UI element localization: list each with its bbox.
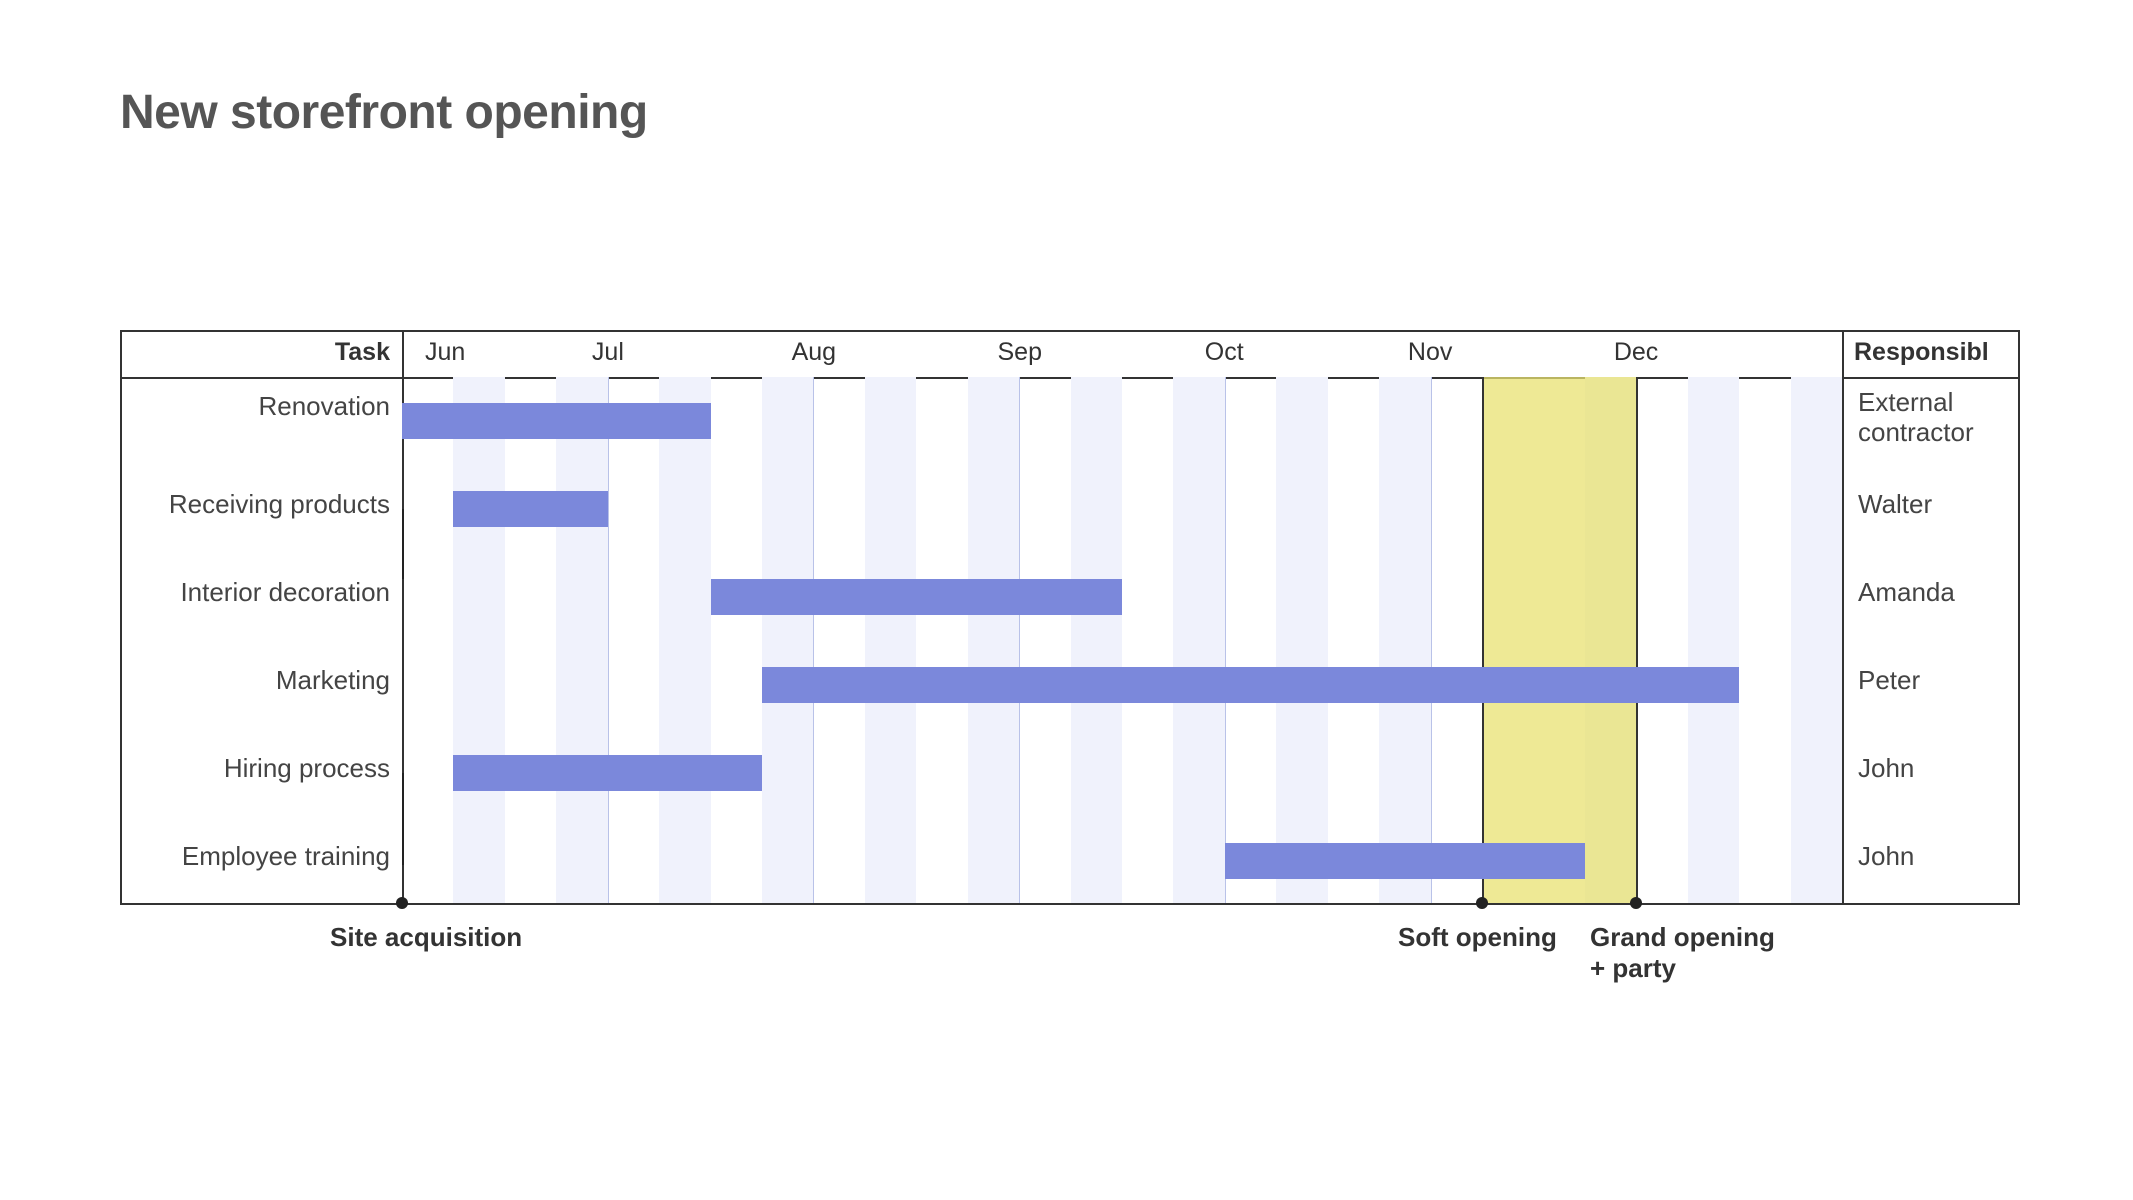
milestone-label-grand-opening: Grand opening + party [1590,922,1775,984]
header-month-jun: Jun [375,338,515,367]
milestone-marker-site-acquisition [396,897,408,909]
responsible-label: John [1858,841,1914,872]
bar-marketing[interactable] [762,667,1739,703]
bar-interior-decoration[interactable] [711,579,1122,615]
chart-body: Renovation Receiving products Interior d… [122,377,2018,903]
task-label: Receiving products [169,489,390,520]
responsible-column: External contractor Walter Amanda Peter … [1844,377,2018,903]
timeline [402,377,1844,903]
bar-receiving-products[interactable] [453,491,607,527]
task-label: Employee training [182,841,390,872]
responsible-label: Peter [1858,665,1920,696]
header-month-oct: Oct [1154,338,1294,367]
task-label: Marketing [276,665,390,696]
bar-renovation[interactable] [402,403,711,439]
milestone-label-site-acquisition: Site acquisition [330,922,522,953]
bar-hiring-process[interactable] [453,755,762,791]
header-month-dec: Dec [1566,338,1706,367]
responsible-label: Walter [1858,489,1932,520]
header-month-aug: Aug [744,338,884,367]
gantt-chart: Task Jun Jul Aug Sep Oct Nov Dec Respons… [120,330,2020,905]
milestone-marker-grand-opening [1630,897,1642,909]
task-label: Interior decoration [180,577,390,608]
task-label: Renovation [258,391,390,422]
bar-employee-training[interactable] [1225,843,1585,879]
task-label: Hiring process [224,753,390,784]
header-month-sep: Sep [950,338,1090,367]
page-title: New storefront opening [120,85,648,140]
responsible-label: External contractor [1858,387,2018,447]
header-responsible: Responsibl [1854,338,1989,367]
task-column: Renovation Receiving products Interior d… [122,377,404,903]
milestone-label-soft-opening: Soft opening [1398,922,1557,953]
milestone-marker-soft-opening [1476,897,1488,909]
responsible-label: Amanda [1858,577,1955,608]
chart-header: Task Jun Jul Aug Sep Oct Nov Dec Respons… [122,332,2018,379]
header-month-nov: Nov [1360,338,1500,367]
responsible-label: John [1858,753,1914,784]
header-month-jul: Jul [538,338,678,367]
